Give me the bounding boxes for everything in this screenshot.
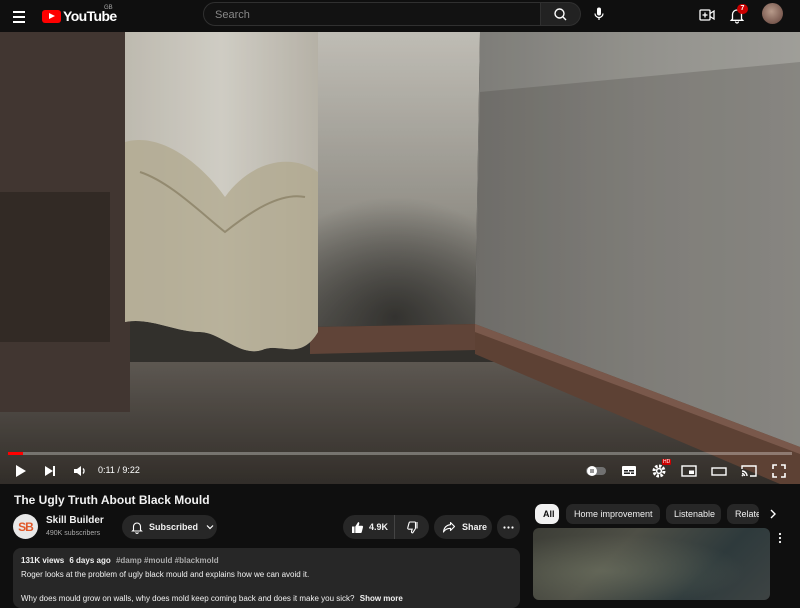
channel-initials: SB bbox=[18, 519, 34, 534]
current-time: 0:11 bbox=[98, 465, 115, 475]
more-actions-button[interactable] bbox=[497, 515, 520, 539]
recommended-video-menu[interactable] bbox=[774, 531, 786, 545]
create-icon bbox=[699, 9, 715, 21]
cast-icon bbox=[741, 465, 757, 477]
dislike-button[interactable] bbox=[395, 515, 429, 539]
cast-button[interactable] bbox=[739, 461, 759, 481]
search-box[interactable] bbox=[203, 2, 541, 26]
description-meta: 131K views 6 days ago #damp #mould #blac… bbox=[21, 556, 219, 565]
like-count: 4.9K bbox=[369, 522, 389, 532]
duration: 9:22 bbox=[122, 465, 140, 475]
channel-name[interactable]: Skill Builder bbox=[46, 515, 104, 526]
bell-icon bbox=[131, 522, 143, 534]
miniplayer-icon bbox=[681, 465, 697, 477]
view-count: 131K views bbox=[21, 556, 65, 565]
menu-icon[interactable] bbox=[10, 8, 30, 24]
description-line-2-text: Why does mould grow on walls, why does m… bbox=[21, 594, 355, 603]
quality-badge: HD bbox=[662, 459, 672, 465]
like-button[interactable]: 4.9K bbox=[343, 515, 395, 539]
share-label: Share bbox=[462, 522, 488, 532]
search-button[interactable] bbox=[541, 2, 581, 26]
search-icon bbox=[554, 8, 567, 21]
autoplay-toggle[interactable] bbox=[584, 461, 608, 481]
play-button[interactable] bbox=[10, 461, 30, 481]
search-input[interactable] bbox=[213, 8, 537, 22]
volume-icon bbox=[74, 466, 85, 476]
description-line-2: Why does mould grow on walls, why does m… bbox=[21, 594, 403, 603]
show-more-link[interactable]: Show more bbox=[360, 594, 403, 603]
hashtags[interactable]: #damp #mould #blackmold bbox=[116, 556, 219, 565]
progress-played bbox=[8, 452, 24, 455]
fullscreen-icon bbox=[772, 464, 786, 478]
country-code: GB bbox=[104, 5, 113, 11]
mic-icon bbox=[594, 7, 604, 20]
subscribed-button[interactable]: Subscribed bbox=[122, 515, 217, 539]
subscriber-count: 490K subscribers bbox=[46, 530, 101, 537]
volume-button[interactable] bbox=[70, 461, 90, 481]
chip-listenable[interactable]: Listenable bbox=[666, 504, 721, 524]
fullscreen-button[interactable] bbox=[769, 461, 789, 481]
youtube-logo-icon bbox=[42, 9, 61, 23]
thumbs-up-icon bbox=[352, 521, 364, 533]
play-icon bbox=[16, 465, 26, 477]
chip-related[interactable]: Related bbox=[727, 504, 759, 524]
notification-badge: 7 bbox=[737, 4, 748, 14]
thumbs-down-icon bbox=[406, 520, 418, 533]
like-dislike-group: 4.9K bbox=[343, 515, 429, 539]
more-horizontal-icon bbox=[503, 525, 514, 529]
video-player[interactable]: 0:11 / 9:22 HD bbox=[0, 32, 800, 484]
chip-all[interactable]: All bbox=[535, 504, 559, 524]
chevron-down-icon bbox=[206, 525, 214, 530]
video-title: The Ugly Truth About Black Mould bbox=[14, 493, 210, 507]
player-controls: 0:11 / 9:22 HD bbox=[0, 458, 800, 484]
chevron-right-icon bbox=[770, 509, 776, 519]
recommended-video-thumbnail[interactable] bbox=[533, 528, 770, 600]
chip-home-improvement[interactable]: Home improvement bbox=[566, 504, 660, 524]
account-avatar[interactable] bbox=[762, 3, 783, 24]
theater-mode-button[interactable] bbox=[709, 461, 729, 481]
more-vertical-icon bbox=[778, 532, 782, 544]
subtitles-button[interactable] bbox=[619, 461, 639, 481]
description-box[interactable]: 131K views 6 days ago #damp #mould #blac… bbox=[13, 548, 520, 608]
top-bar: YouTube GB 7 bbox=[0, 0, 800, 32]
subtitles-icon bbox=[622, 466, 636, 476]
next-button[interactable] bbox=[40, 461, 60, 481]
channel-avatar[interactable]: SB bbox=[13, 514, 38, 539]
upload-age: 6 days ago bbox=[69, 556, 111, 565]
video-frame bbox=[0, 32, 800, 484]
chips-next-button[interactable] bbox=[764, 504, 782, 524]
voice-search-button[interactable] bbox=[587, 2, 611, 26]
description-line-1: Roger looks at the problem of ugly black… bbox=[21, 570, 310, 579]
subscribed-label: Subscribed bbox=[149, 522, 199, 532]
create-button[interactable] bbox=[697, 5, 717, 25]
share-button[interactable]: Share bbox=[434, 515, 492, 539]
progress-bar[interactable] bbox=[8, 452, 792, 455]
autoplay-toggle-icon bbox=[586, 466, 606, 476]
theater-icon bbox=[711, 467, 727, 476]
next-icon bbox=[45, 466, 55, 476]
share-icon bbox=[442, 521, 456, 533]
miniplayer-button[interactable] bbox=[679, 461, 699, 481]
time-display: 0:11 / 9:22 bbox=[98, 465, 140, 475]
